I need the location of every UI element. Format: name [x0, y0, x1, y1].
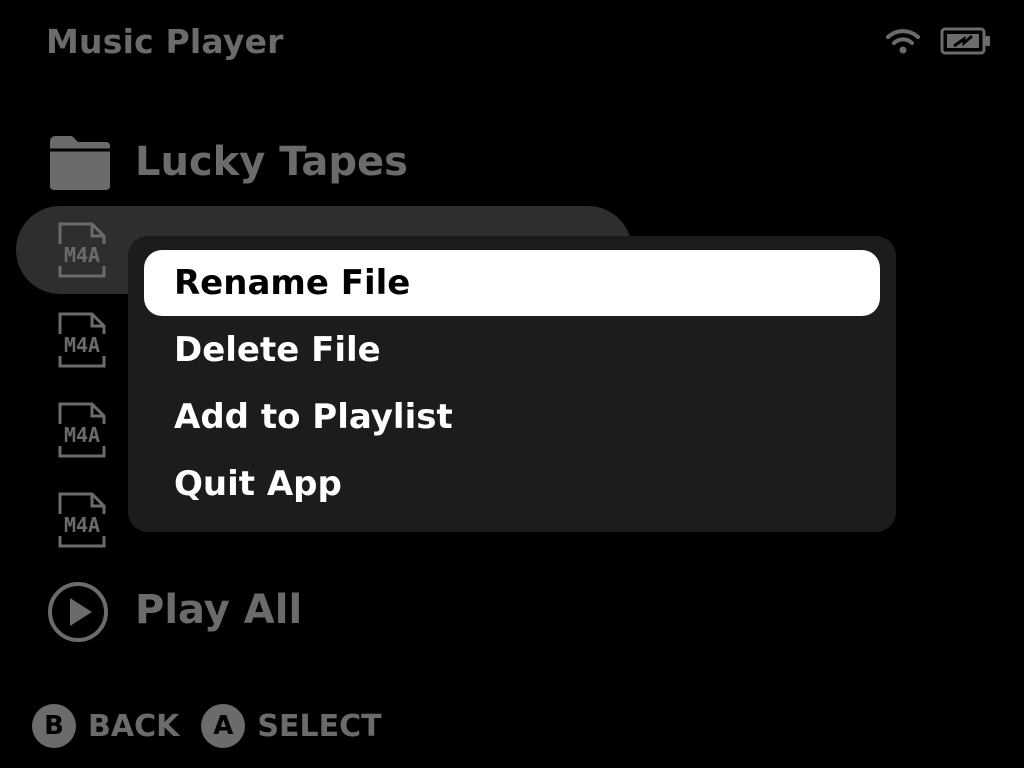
svg-text:M4A: M4A	[64, 243, 100, 267]
menu-item-delete-file[interactable]: Delete File	[144, 317, 880, 383]
select-hint[interactable]: SELECT	[257, 709, 381, 744]
m4a-file-icon: M4A	[46, 310, 118, 370]
list-item-label: Lucky Tapes	[135, 139, 408, 185]
svg-text:M4A: M4A	[64, 333, 100, 357]
button-hints: B BACK A SELECT	[32, 704, 404, 748]
m4a-file-icon: M4A	[46, 400, 118, 460]
play-circle-icon	[46, 580, 114, 642]
svg-text:M4A: M4A	[64, 513, 100, 537]
b-button-icon: B	[32, 704, 76, 748]
folder-icon	[46, 132, 114, 192]
a-button-icon: A	[201, 704, 246, 748]
svg-text:M4A: M4A	[64, 423, 100, 447]
menu-item-rename-file[interactable]: Rename File	[144, 250, 880, 316]
menu-item-add-to-playlist[interactable]: Add to Playlist	[144, 384, 880, 450]
list-item-folder[interactable]: Lucky Tapes	[16, 118, 632, 206]
m4a-file-icon: M4A	[46, 490, 118, 550]
play-all-label: Play All	[135, 587, 303, 633]
menu-item-quit-app[interactable]: Quit App	[144, 451, 880, 517]
back-hint[interactable]: BACK	[88, 709, 179, 744]
context-menu: Rename File Delete File Add to Playlist …	[128, 236, 896, 532]
play-all-button[interactable]: Play All	[16, 566, 632, 654]
m4a-file-icon: M4A	[46, 220, 118, 280]
